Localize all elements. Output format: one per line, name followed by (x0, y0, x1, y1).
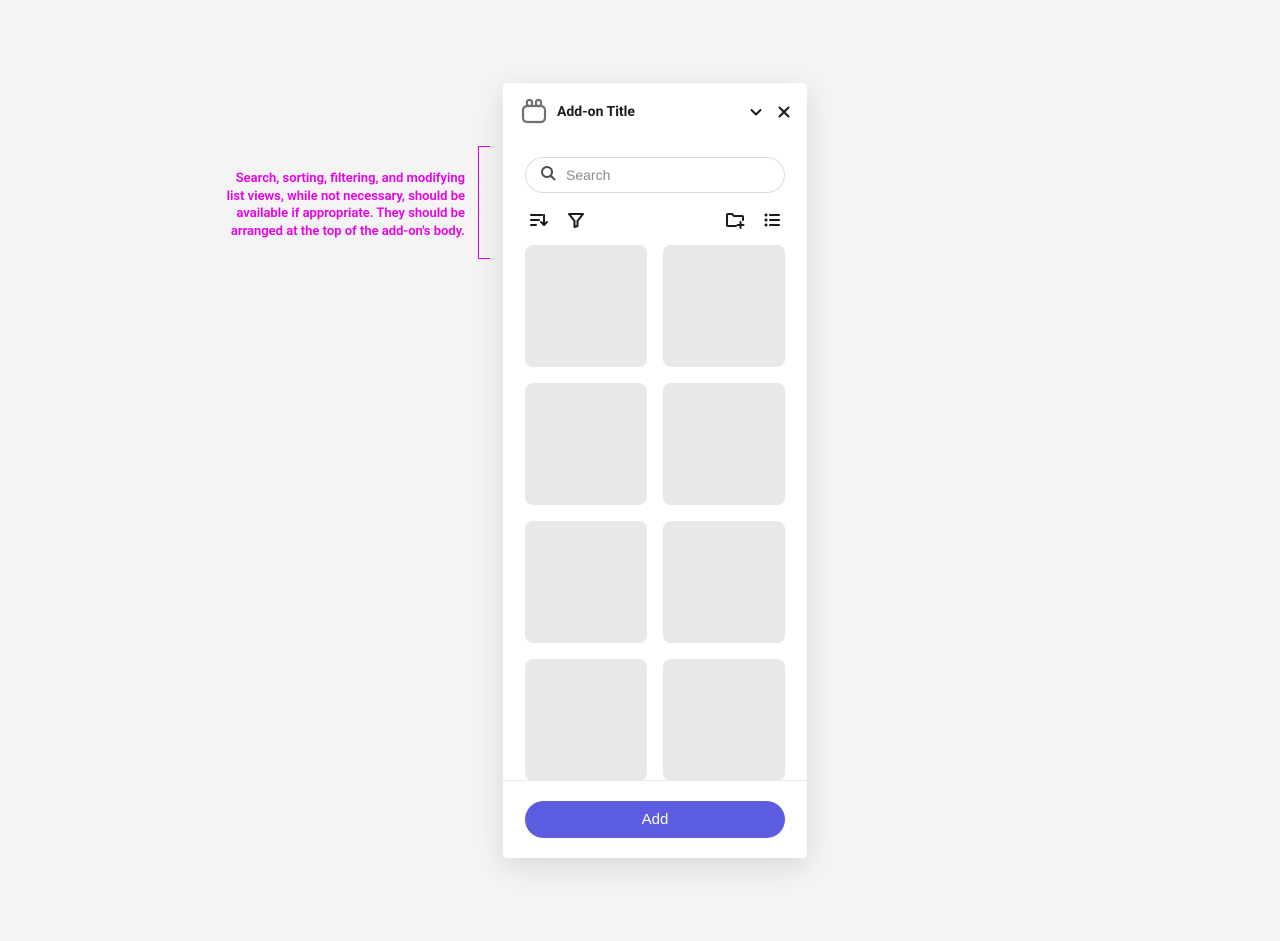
grid-tile[interactable] (525, 521, 647, 643)
grid-tile[interactable] (663, 245, 785, 367)
toolbar-right (725, 211, 781, 229)
panel-title: Add-on Title (557, 104, 741, 120)
close-icon[interactable] (777, 105, 791, 119)
addon-panel: Add-on Title (503, 83, 807, 858)
list-view-icon[interactable] (763, 212, 781, 228)
search-field[interactable] (525, 157, 785, 193)
grid-tile[interactable] (525, 659, 647, 780)
grid-tile[interactable] (663, 383, 785, 505)
annotation-text: Search, sorting, filtering, and modifyin… (215, 170, 465, 240)
panel-header: Add-on Title (503, 83, 807, 137)
sort-icon[interactable] (529, 211, 549, 229)
search-input[interactable] (566, 167, 770, 183)
panel-body (503, 137, 807, 780)
search-icon (540, 165, 556, 185)
filter-icon[interactable] (567, 211, 585, 229)
addon-icon (519, 97, 549, 127)
grid-tile[interactable] (663, 659, 785, 780)
content-grid (525, 245, 785, 780)
annotation-bracket (478, 146, 490, 259)
grid-tile[interactable] (663, 521, 785, 643)
grid-tile[interactable] (525, 383, 647, 505)
folder-add-icon[interactable] (725, 211, 745, 229)
panel-footer: Add (503, 780, 807, 858)
chevron-down-icon[interactable] (749, 105, 763, 119)
grid-tile[interactable] (525, 245, 647, 367)
toolbar-left (529, 211, 585, 229)
header-actions (749, 105, 791, 119)
toolbar (525, 193, 785, 245)
add-button[interactable]: Add (525, 801, 785, 838)
